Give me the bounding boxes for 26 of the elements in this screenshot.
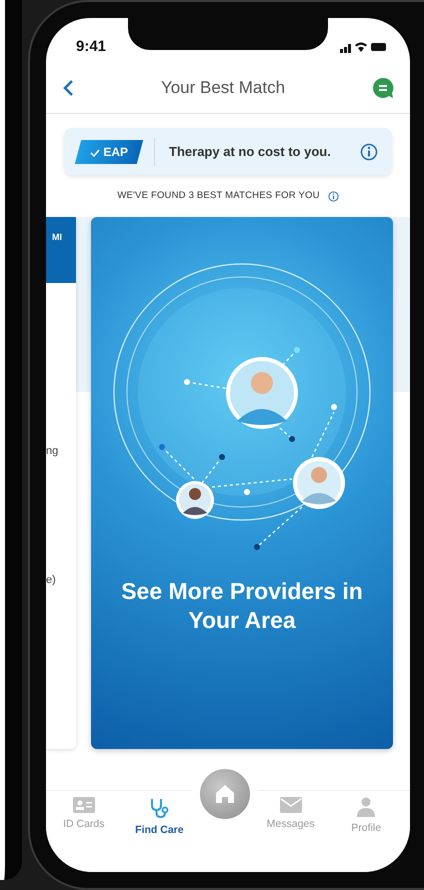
tab-item[interactable]: Find Care	[124, 791, 194, 839]
home-icon	[214, 784, 235, 804]
chat-icon[interactable]	[372, 76, 394, 98]
status-icons-drawing	[340, 41, 386, 53]
card-header-text: MI	[52, 232, 62, 242]
banner-text: Therapy at no cost to you.	[169, 142, 331, 161]
promo-card[interactable]: See More Providers in Your Area	[91, 217, 393, 750]
id-card-icon	[72, 797, 95, 813]
eap-badge: EAP	[74, 140, 144, 164]
check-icon	[90, 148, 100, 156]
tab-item[interactable]: ID Cards	[48, 791, 119, 833]
tab-item[interactable]: Profile	[331, 791, 402, 837]
back-icon[interactable]	[62, 78, 74, 96]
envelope-icon	[280, 797, 302, 813]
matches-caption: WE'VE FOUND 3 BEST MATCHES FOR YOU	[117, 189, 320, 203]
provider-card[interactable]: MI ng e)	[46, 217, 76, 750]
info-icon[interactable]	[328, 190, 339, 202]
card-text: e)	[46, 572, 57, 588]
person-icon	[357, 797, 376, 817]
info-icon[interactable]	[360, 142, 378, 160]
promo-title: See More Providers in Your Area	[120, 577, 364, 635]
stethoscope-icon	[149, 797, 170, 819]
status-time: 9:41	[76, 36, 106, 57]
card-text: ng	[46, 444, 60, 460]
tab-item[interactable]: Messages	[256, 791, 326, 833]
screen-title: Your Best Match	[160, 76, 286, 99]
